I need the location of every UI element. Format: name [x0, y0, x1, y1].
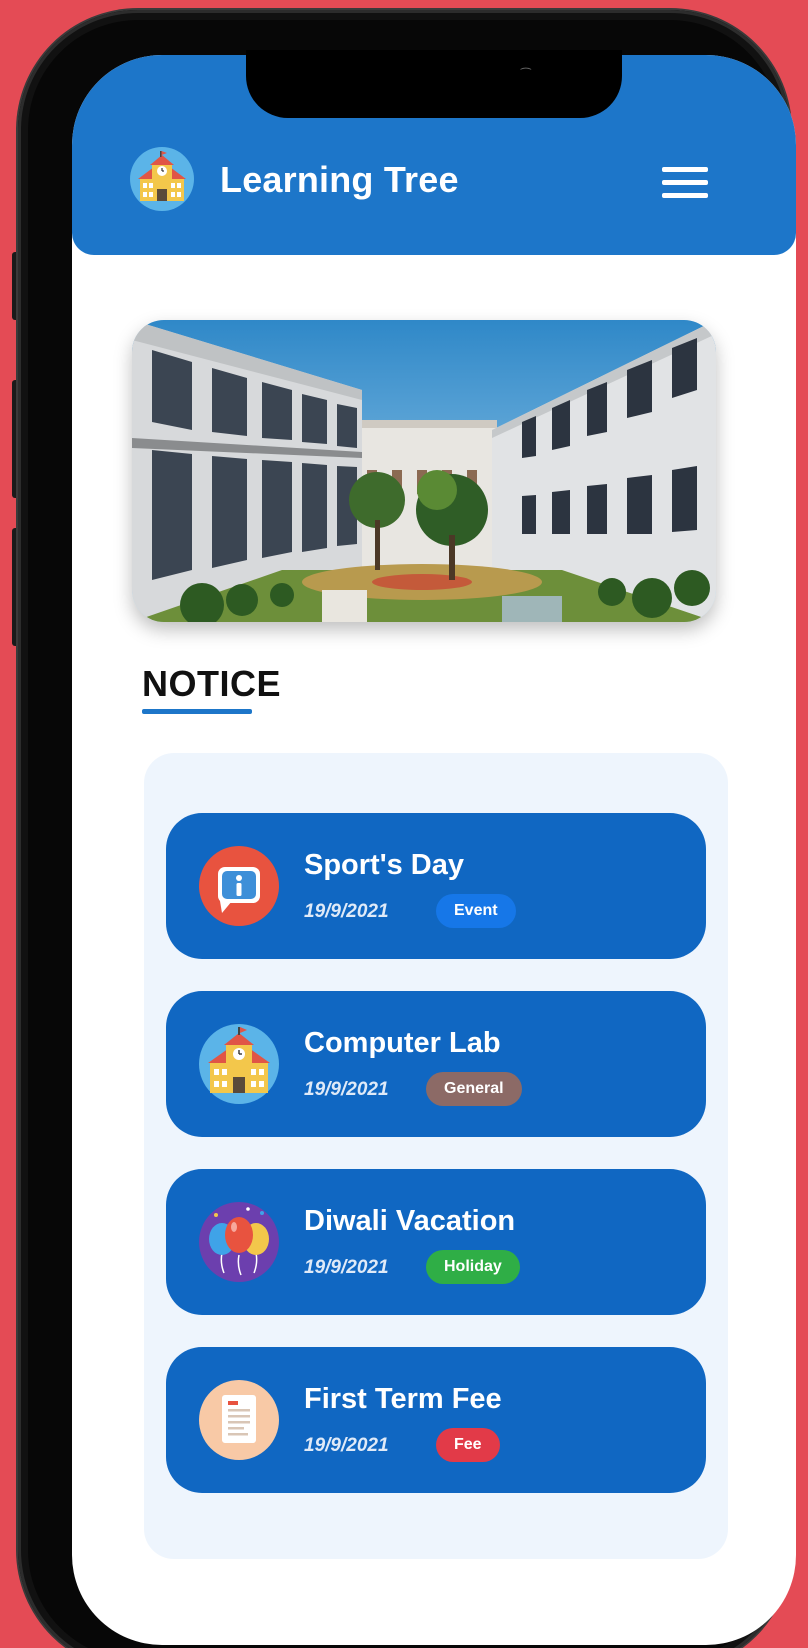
- notice-title: Computer Lab: [304, 1027, 501, 1059]
- notice-heading: NOTICE: [142, 663, 282, 704]
- notice-list: Sport's Day 19/9/2021 Event Computer Lab…: [144, 753, 728, 1559]
- hamburger-menu-icon: [662, 167, 708, 172]
- app-title: Learning Tree: [220, 159, 459, 200]
- notice-title: First Term Fee: [304, 1383, 502, 1415]
- notice-date: 19/9/2021: [304, 1079, 389, 1100]
- hero-image: [132, 320, 716, 622]
- info-chat-icon: [199, 846, 279, 926]
- notice-card-sports-day[interactable]: Sport's Day 19/9/2021 Event: [166, 813, 706, 959]
- notice-title: Sport's Day: [304, 849, 464, 881]
- school-building-icon: [199, 1024, 279, 1104]
- tag-badge: Event: [436, 894, 516, 928]
- notice-date: 19/9/2021: [304, 901, 389, 922]
- notice-card-diwali-vacation[interactable]: Diwali Vacation 19/9/2021 Holiday: [166, 1169, 706, 1315]
- notice-card-computer-lab[interactable]: Computer Lab 19/9/2021 General: [166, 991, 706, 1137]
- phone-frame: ⁀ Learning Tree NOTICE Sport's Day 19/9/…: [18, 10, 796, 1648]
- stage: ⁀ Learning Tree NOTICE Sport's Day 19/9/…: [0, 0, 808, 1648]
- hamburger-menu-button[interactable]: [662, 163, 712, 203]
- notice-heading-underline: [142, 709, 252, 714]
- tag-badge: Holiday: [426, 1250, 520, 1284]
- speaker-icon: ⁀: [521, 68, 531, 82]
- phone-notch: [246, 50, 622, 118]
- phone-screen: Learning Tree NOTICE Sport's Day 19/9/20…: [72, 55, 796, 1645]
- school-courtyard-photo: [132, 320, 716, 622]
- tag-badge: Fee: [436, 1428, 500, 1462]
- balloons-icon: [199, 1202, 279, 1282]
- school-building-icon: [130, 147, 194, 211]
- notice-card-first-term-fee[interactable]: First Term Fee 19/9/2021 Fee: [166, 1347, 706, 1493]
- tag-badge: General: [426, 1072, 522, 1106]
- notice-title: Diwali Vacation: [304, 1205, 516, 1237]
- notice-date: 19/9/2021: [304, 1435, 389, 1456]
- fee-document-icon: [199, 1380, 279, 1460]
- notice-date: 19/9/2021: [304, 1257, 389, 1278]
